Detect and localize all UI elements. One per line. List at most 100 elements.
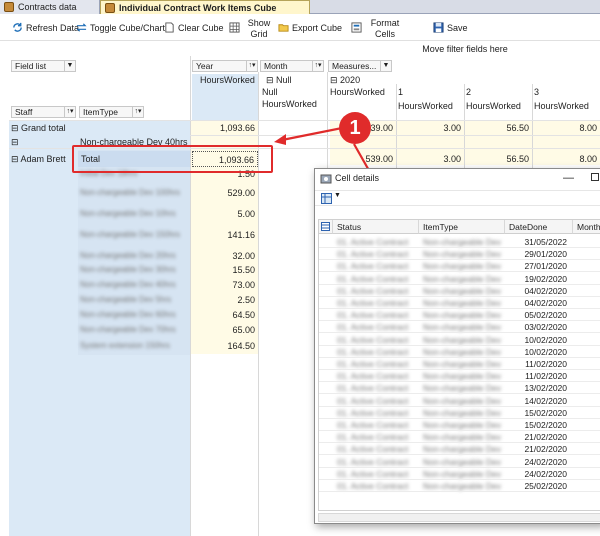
item-type-label[interactable]: Non-chargeable Dev 10hrs <box>80 208 188 220</box>
field-list-label: Field list <box>15 61 47 71</box>
details-grid: Status ItemType DateDone Month 01. Activ… <box>318 219 600 511</box>
cube-icon <box>105 3 115 13</box>
item-hours-value[interactable]: 141.16 <box>190 229 258 241</box>
total-m3[interactable]: 8.00 <box>534 153 600 165</box>
grid-layout-icon[interactable] <box>321 193 332 204</box>
grand-total-m2[interactable]: 56.50 <box>466 122 532 134</box>
column-header-month[interactable]: Month <box>573 220 600 234</box>
grand-total-text: Grand total <box>21 123 66 133</box>
staff-name: Adam Brett <box>20 154 66 164</box>
item-type-label[interactable]: System extension 150hrs <box>80 340 188 352</box>
item-hours-value[interactable]: 15.50 <box>190 264 258 276</box>
month-3-header: 3 <box>534 87 540 97</box>
table-row[interactable]: 01. Active Contract Non-chargeable Dev 04/… <box>319 285 600 297</box>
format-cells-button[interactable]: Format Cells <box>351 15 401 41</box>
item-type-label[interactable]: Non-chargeable Dev 60hrs <box>80 309 188 321</box>
tab-label: Individual Contract Work Items Cube <box>119 3 277 13</box>
divider <box>464 84 465 172</box>
table-row[interactable]: 01. Active Contract Non-chargeable Dev 03/… <box>319 321 600 334</box>
table-row[interactable]: 01. Active Contract Non-chargeable Dev 15/… <box>319 407 600 419</box>
item-hours-value[interactable]: 529.00 <box>190 187 258 199</box>
table-row[interactable]: 01. Active Contract Non-chargeable Dev 24/… <box>319 456 600 468</box>
table-row[interactable]: 01. Active Contract Non-chargeable Dev 25/… <box>319 480 600 492</box>
table-row[interactable]: 01. Active Contract Non-chargeable Dev 05/… <box>319 309 600 322</box>
column-header-itemtype[interactable]: ItemType <box>419 220 505 234</box>
table-row[interactable]: 01. Active Contract Non-chargeable Dev 21/… <box>319 443 600 456</box>
grand-total-label[interactable]: ⊟ Grand total <box>11 122 77 134</box>
save-button[interactable]: Save <box>433 15 473 41</box>
table-row[interactable]: 01. Active Contract Non-chargeable Dev 11/… <box>319 358 600 370</box>
staff-adam-brett[interactable]: ⊟ Adam Brett <box>11 153 77 165</box>
month-1-measure-header: HoursWorked <box>398 101 453 111</box>
table-row[interactable]: 01. Active Contract Non-chargeable Dev 21/… <box>319 431 600 444</box>
item-hours-value[interactable]: 5.00 <box>190 208 258 220</box>
table-row[interactable]: 01. Active Contract Non-chargeable Dev 14/… <box>319 395 600 407</box>
table-row[interactable]: 01. Active Contract Non-chargeable Dev 24/… <box>319 468 600 480</box>
table-row[interactable]: 01. Active Contract Non-chargeable Dev 13/… <box>319 382 600 395</box>
tab-individual-contract-work-items-cube[interactable]: Individual Contract Work Items Cube <box>100 0 310 14</box>
item-type-label[interactable]: Non-chargeable Dev 100hrs <box>80 187 188 199</box>
field-list-button[interactable]: Field list ▼ <box>11 60 76 72</box>
year-field-label: Year <box>196 61 214 71</box>
toggle-cube-chart-button[interactable]: Toggle Cube/Chart <box>76 15 166 41</box>
item-hours-value[interactable]: 2.50 <box>190 294 258 306</box>
horizontal-scrollbar[interactable] <box>318 513 600 522</box>
column-header-datedone[interactable]: DateDone <box>505 220 573 234</box>
table-row[interactable]: 01. Active Contract Non-chargeable Dev 10/… <box>319 346 600 358</box>
measures-field-button[interactable]: Measures... ▼ <box>328 60 392 72</box>
app-icon <box>320 174 332 184</box>
filter-drop-area[interactable]: Move filter fields here <box>330 42 600 56</box>
item-hours-value[interactable]: 164.50 <box>190 340 258 352</box>
hours-worked-header: HoursWorked <box>192 74 258 122</box>
export-cube-button[interactable]: Export Cube <box>278 15 342 41</box>
clear-cube-button[interactable]: Clear Cube <box>164 15 226 41</box>
staff-field-button[interactable]: Staff ↑▾ <box>11 106 76 118</box>
year-2020-header[interactable]: ⊟ 2020 <box>330 74 600 86</box>
column-header-status[interactable]: Status <box>333 220 419 234</box>
item-type-label[interactable]: Non-chargeable Dev 30hrs <box>80 264 188 276</box>
item-hours-value[interactable]: 64.50 <box>190 309 258 321</box>
item-hours-value[interactable]: 32.00 <box>190 250 258 262</box>
item-type-label[interactable]: Non-chargeable Dev 150hrs <box>80 229 188 241</box>
export-cube-label: Export Cube <box>292 23 343 33</box>
item-type-label[interactable]: Non-chargeable Dev 5hrs <box>80 294 188 306</box>
table-row[interactable]: 01. Active Contract Non-chargeable Dev 31/… <box>319 236 600 248</box>
grand-total-hours[interactable]: 1,093.66 <box>190 122 258 134</box>
tab-strip: Contracts data Individual Contract Work … <box>0 0 600 14</box>
table-row[interactable]: 01. Active Contract Non-chargeable Dev 04/… <box>319 297 600 309</box>
minimize-icon[interactable]: — <box>563 172 574 184</box>
tab-contracts-data[interactable]: Contracts data <box>0 0 100 14</box>
grand-total-m3[interactable]: 8.00 <box>534 122 600 134</box>
item-type-label[interactable]: Non-chargeable Dev 40hrs <box>80 279 188 291</box>
item-type-label[interactable]: Non-chargeable Dev 20hrs <box>80 250 188 262</box>
table-row[interactable]: 01. Active Contract Non-chargeable Dev 10/… <box>319 334 600 346</box>
cube-icon <box>4 2 14 12</box>
measures-field-label: Measures... <box>332 61 377 71</box>
grand-total-m1[interactable]: 3.00 <box>398 122 464 134</box>
itemtype-field-button[interactable]: ItemType ↑▾ <box>79 106 144 118</box>
maximize-icon[interactable] <box>591 173 599 181</box>
month-field-button[interactable]: Month ↑▾ <box>260 60 324 72</box>
null-month-header: Null <box>262 87 278 97</box>
table-row[interactable]: 01. Active Contract Non-chargeable Dev 19/… <box>319 273 600 285</box>
show-grid-button[interactable]: Show Grid <box>229 15 273 41</box>
expand-icon[interactable]: ⊟ <box>11 136 23 148</box>
table-row[interactable]: 01. Active Contract Non-chargeable Dev 29/… <box>319 248 600 261</box>
refresh-data-button[interactable]: Refresh Data <box>12 15 80 41</box>
month-2-measure-header: HoursWorked <box>466 101 521 111</box>
arrow-left-annotation <box>274 126 343 145</box>
chevron-down-icon[interactable]: ▼ <box>334 192 341 199</box>
table-row[interactable]: 01. Active Contract Non-chargeable Dev 27/… <box>319 260 600 273</box>
item-type-label[interactable]: Non-chargeable Dev 70hrs <box>80 324 188 336</box>
item-hours-value[interactable]: 65.00 <box>190 324 258 336</box>
item-hours-value[interactable]: 73.00 <box>190 279 258 291</box>
table-row[interactable]: 01. Active Contract Non-chargeable Dev 15/… <box>319 419 600 431</box>
table-row[interactable]: 01. Active Contract Non-chargeable Dev 11/… <box>319 370 600 383</box>
divider <box>190 135 600 136</box>
total-m2[interactable]: 56.50 <box>466 153 532 165</box>
year-field-button[interactable]: Year ↑▾ <box>192 60 258 72</box>
row-selector-header <box>319 220 333 234</box>
save-icon <box>433 22 444 33</box>
tab-label: Contracts data <box>18 2 77 12</box>
null-year-header[interactable]: ⊟ Null <box>260 74 326 86</box>
